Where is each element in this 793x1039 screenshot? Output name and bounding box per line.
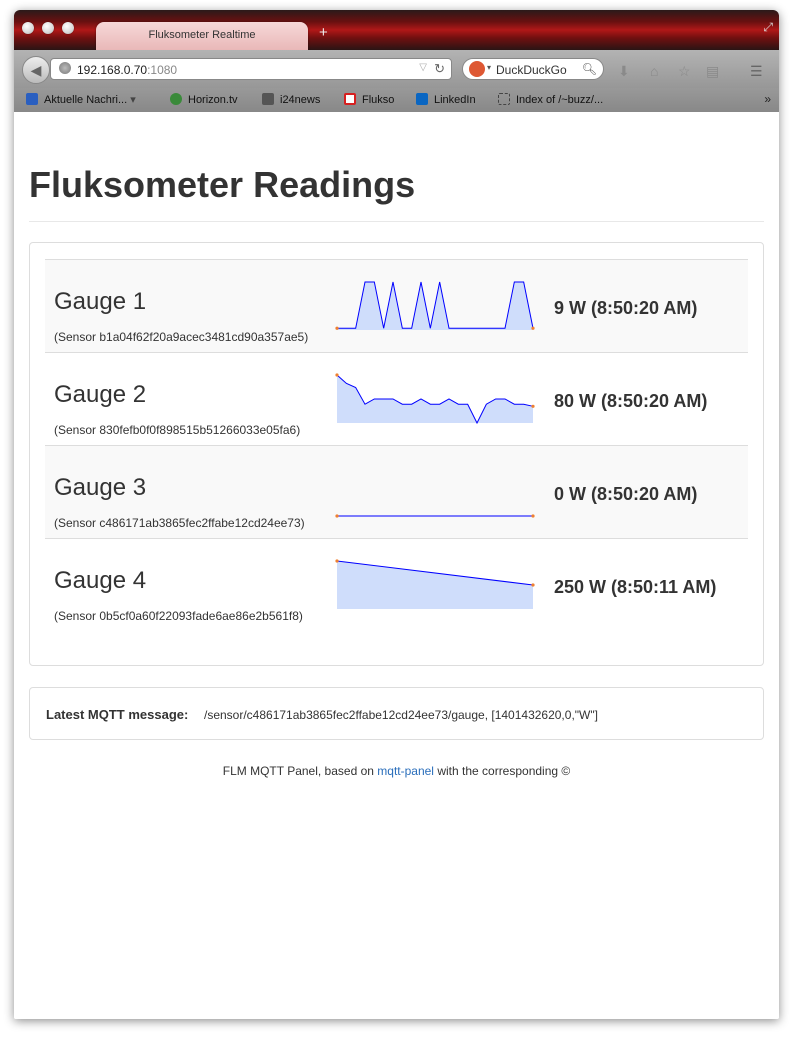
reload-icon[interactable]: ↻ bbox=[434, 61, 445, 77]
tab-fluksometer[interactable]: Fluksometer Realtime bbox=[96, 22, 308, 50]
url-bar[interactable]: 192.168.0.70:1080 ▽ ↻ bbox=[50, 58, 452, 80]
sparkline-area bbox=[337, 561, 533, 609]
bookmark-aktuelle-nachrichten[interactable]: Aktuelle Nachri... ▾ bbox=[26, 93, 136, 106]
bookmark-horizon[interactable]: Horizon.tv bbox=[170, 93, 238, 106]
mqtt-label: Latest MQTT message: bbox=[46, 707, 189, 722]
download-icon[interactable]: ⬇ bbox=[618, 63, 630, 80]
sparkline-endpoint bbox=[335, 326, 339, 330]
engine-dropdown-icon[interactable]: ▾ bbox=[487, 63, 491, 72]
gauges-panel: Gauge 1 (Sensor b1a04f62f20a9acec3481cd9… bbox=[29, 242, 764, 666]
search-placeholder: DuckDuckGo bbox=[496, 63, 567, 77]
sparkline-endpoint bbox=[335, 559, 339, 563]
url-text: 192.168.0.70:1080 bbox=[77, 63, 178, 77]
sparkline-endpoint bbox=[335, 514, 339, 518]
gauge-sensor-id: (Sensor b1a04f62f20a9acec3481cd90a357ae5… bbox=[54, 330, 309, 344]
gauge-name: Gauge 4 bbox=[54, 567, 147, 594]
bookmark-flukso[interactable]: Flukso bbox=[344, 93, 394, 106]
minimize-window-button[interactable] bbox=[42, 22, 54, 34]
page-icon bbox=[498, 93, 510, 105]
star-icon[interactable]: ☆ bbox=[678, 63, 691, 80]
browser-window: Fluksometer Realtime + ⤢ ◀ 192.168.0.70:… bbox=[14, 10, 779, 1019]
sparkline-endpoint bbox=[531, 326, 535, 330]
gauge-name: Gauge 1 bbox=[54, 288, 147, 315]
gauge-sensor-id: (Sensor 0b5cf0a60f22093fade6ae86e2b561f8… bbox=[54, 609, 303, 623]
page-title: Fluksometer Readings bbox=[29, 164, 416, 205]
footer-suffix: with the corresponding © bbox=[437, 764, 571, 778]
search-bar[interactable]: ▾ DuckDuckGo 🔍︎ bbox=[462, 58, 604, 80]
gauge-sensor-id: (Sensor 830fefb0f0f898515b51266033e05fa6… bbox=[54, 423, 301, 437]
mqtt-panel-link[interactable]: mqtt-panel bbox=[377, 764, 434, 778]
sparkline-endpoint bbox=[531, 583, 535, 587]
gauge-reading: 80 W (8:50:20 AM) bbox=[554, 391, 708, 411]
gauge-reading: 0 W (8:50:20 AM) bbox=[554, 484, 698, 504]
sparkline-endpoint bbox=[531, 514, 535, 518]
divider bbox=[29, 221, 764, 222]
duckduckgo-icon[interactable] bbox=[469, 61, 485, 77]
i24news-icon bbox=[262, 93, 274, 105]
search-icon[interactable]: 🔍︎ bbox=[582, 62, 597, 76]
flukso-icon bbox=[344, 93, 356, 105]
rss-icon bbox=[26, 93, 38, 105]
gauge-row: Gauge 3 (Sensor c486171ab3865fec2ffabe12… bbox=[45, 445, 748, 538]
gauge-sparkline bbox=[335, 373, 535, 425]
gauge-reading: 9 W (8:50:20 AM) bbox=[554, 298, 698, 318]
page-content: Fluksometer Readings Gauge 1 (Sensor b1a… bbox=[14, 112, 779, 1019]
zoom-window-button[interactable] bbox=[62, 22, 74, 34]
gauge-sensor-id: (Sensor c486171ab3865fec2ffabe12cd24ee73… bbox=[54, 516, 305, 530]
footer-prefix: FLM MQTT Panel, based on bbox=[222, 764, 374, 778]
gauge-row: Gauge 4 (Sensor 0b5cf0a60f22093fade6ae86… bbox=[45, 538, 748, 631]
back-arrow-icon: ◀ bbox=[30, 62, 42, 78]
title-bar: Fluksometer Realtime + ⤢ bbox=[14, 10, 779, 50]
back-button[interactable]: ◀ bbox=[22, 56, 50, 84]
bookmark-i24news[interactable]: i24news bbox=[262, 93, 320, 106]
gauge-row: Gauge 2 (Sensor 830fefb0f0f898515b512660… bbox=[45, 352, 748, 445]
navigation-bar: ◀ 192.168.0.70:1080 ▽ ↻ ▾ DuckDuckGo 🔍︎ … bbox=[14, 50, 779, 88]
gauge-sparkline bbox=[335, 559, 535, 609]
menu-icon[interactable]: ☰ bbox=[750, 63, 763, 80]
shield-icon bbox=[170, 93, 182, 105]
linkedin-icon bbox=[416, 93, 428, 105]
bookmark-linkedin[interactable]: LinkedIn bbox=[416, 93, 476, 106]
sparkline-endpoint bbox=[335, 373, 339, 377]
bookmark-index-of-buzz[interactable]: Index of /~buzz/... bbox=[498, 93, 603, 106]
gauge-name: Gauge 2 bbox=[54, 381, 147, 408]
mqtt-message-box: Latest MQTT message: /sensor/c486171ab38… bbox=[29, 687, 764, 740]
bookmarks-overflow-icon[interactable]: » bbox=[764, 92, 771, 106]
fullscreen-icon[interactable]: ⤢ bbox=[763, 20, 773, 35]
bookmarks-bar: Aktuelle Nachri... ▾ Horizon.tv i24news … bbox=[14, 88, 779, 112]
gauge-name: Gauge 3 bbox=[54, 474, 147, 501]
gauge-reading: 250 W (8:50:11 AM) bbox=[554, 577, 717, 597]
close-window-button[interactable] bbox=[22, 22, 34, 34]
mqtt-message: /sensor/c486171ab3865fec2ffabe12cd24ee73… bbox=[204, 708, 598, 722]
tab-title: Fluksometer Realtime bbox=[148, 29, 256, 41]
gauge-row: Gauge 1 (Sensor b1a04f62f20a9acec3481cd9… bbox=[45, 259, 748, 352]
gauge-sparkline bbox=[335, 514, 535, 518]
sparkline-endpoint bbox=[531, 404, 535, 408]
new-tab-button[interactable]: + bbox=[319, 24, 328, 41]
home-icon[interactable]: ⌂ bbox=[650, 63, 658, 79]
url-dropdown-icon[interactable]: ▽ bbox=[419, 62, 427, 73]
footer: FLM MQTT Panel, based on mqtt-panel with… bbox=[14, 764, 779, 778]
bookmarks-icon[interactable]: ▤ bbox=[706, 63, 719, 80]
globe-icon bbox=[59, 62, 71, 74]
gauge-sparkline bbox=[335, 281, 535, 330]
